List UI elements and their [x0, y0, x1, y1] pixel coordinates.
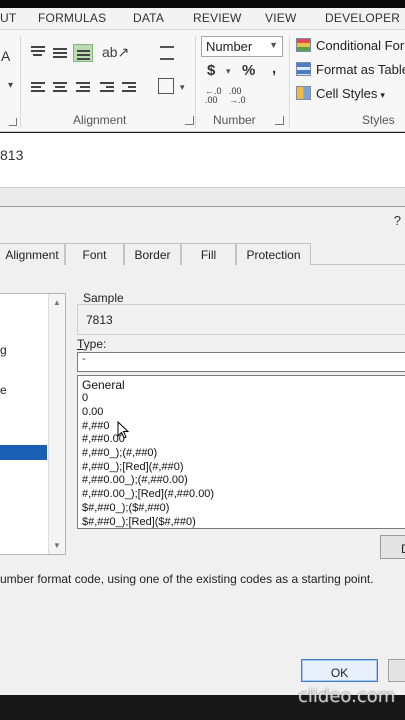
watermark: clideo.com [298, 686, 396, 707]
mouse-pointer-icon [117, 421, 129, 439]
alignment-group-label: Alignment [73, 113, 127, 127]
tab-formulas[interactable]: FORMULAS [38, 11, 106, 25]
help-button[interactable]: ? [394, 213, 401, 228]
format-code-item[interactable]: #,##0_);(#,##0) [82, 447, 157, 459]
cell-styles-label: Cell Styles [316, 86, 378, 101]
format-code-item[interactable]: 0 [82, 392, 88, 404]
font-dropdown-arrow-icon[interactable]: ▾ [8, 80, 13, 91]
format-as-table-button[interactable]: Format as Table [296, 62, 405, 82]
cell-styles-button[interactable]: Cell Styles ▾ [296, 86, 385, 106]
decrease-decimal-icon[interactable]: .00 →.0 [229, 87, 246, 105]
chevron-down-icon: ▼ [269, 40, 278, 50]
percent-icon[interactable]: % [242, 62, 255, 79]
tab-view[interactable]: VIEW [265, 11, 296, 25]
merge-dropdown-arrow-icon[interactable]: ▾ [180, 82, 185, 93]
type-input[interactable]: - [77, 352, 405, 372]
align-left-icon[interactable] [31, 82, 45, 94]
category-list[interactable]: g e ▲ ▼ [0, 293, 66, 555]
type-label: Type: [77, 337, 106, 351]
align-right-icon[interactable] [76, 82, 90, 94]
alignment-launcher-icon[interactable] [185, 116, 194, 125]
ribbon: A ▾ ab↗ ▾ Alignment Number ▼ $ ▾ % , ←.0… [0, 30, 405, 132]
tab-border[interactable]: Border [124, 243, 181, 265]
comma-style-icon[interactable]: , [272, 60, 276, 77]
format-code-item[interactable]: #,##0.00_);[Red](#,##0.00) [82, 488, 214, 500]
align-center-icon[interactable] [53, 82, 67, 94]
type-label-rest: ype: [83, 337, 107, 351]
tab-fill[interactable]: Fill [181, 243, 236, 265]
increase-indent-icon[interactable] [122, 82, 136, 94]
formula-bar[interactable]: 813 [0, 133, 405, 188]
tab-data[interactable]: DATA [133, 11, 164, 25]
format-code-item[interactable]: $#,##0_);($#,##0) [82, 502, 169, 514]
ribbon-separator [289, 36, 290, 128]
sample-value: 7813 [86, 313, 113, 327]
styles-group-label: Styles [362, 113, 395, 127]
worksheet-area [0, 188, 405, 206]
ribbon-tab-bar: UT FORMULAS DATA REVIEW VIEW DEVELOPER [0, 8, 405, 30]
format-code-item[interactable]: #,##0_);[Red](#,##0) [82, 461, 184, 473]
ok-button[interactable]: OK [301, 659, 378, 682]
format-as-table-icon [296, 62, 311, 76]
format-cells-dialog: ? Alignment Font Border Fill Protection … [0, 206, 405, 695]
number-format-value: Number [206, 39, 253, 54]
category-item-selected[interactable] [0, 445, 47, 460]
conditional-formatting-icon [296, 38, 311, 52]
format-code-item[interactable]: #,##0 [82, 420, 110, 432]
chevron-down-icon: ▾ [380, 90, 385, 100]
number-launcher-icon[interactable] [275, 116, 284, 125]
format-code-item[interactable]: 0.00 [82, 406, 103, 418]
sample-box: 7813 [77, 304, 405, 335]
increase-decimal-icon[interactable]: ←.0 .00 [205, 87, 222, 105]
category-item[interactable]: e [0, 383, 7, 397]
decrease-indent-icon[interactable] [100, 82, 114, 94]
help-text: umber format code, using one of the exis… [0, 572, 374, 586]
tab-layout-partial[interactable]: UT [0, 11, 16, 25]
merge-center-icon[interactable] [158, 78, 174, 94]
number-format-dropdown[interactable]: Number ▼ [201, 36, 283, 57]
number-group-label: Number [213, 113, 256, 127]
orientation-icon[interactable]: ab↗ [102, 44, 129, 61]
tab-alignment[interactable]: Alignment [0, 243, 65, 265]
formula-bar-value: 813 [0, 147, 24, 163]
format-code-item[interactable]: General [82, 378, 125, 392]
scroll-down-icon[interactable]: ▼ [53, 541, 61, 550]
scroll-up-icon[interactable]: ▲ [53, 298, 61, 307]
currency-icon[interactable]: $ [207, 62, 215, 79]
cancel-button[interactable] [388, 659, 405, 682]
align-top-icon[interactable] [31, 46, 45, 58]
font-launcher-icon[interactable] [9, 118, 17, 126]
tab-protection[interactable]: Protection [236, 243, 311, 265]
wrap-text-icon[interactable] [160, 46, 174, 60]
format-code-list[interactable]: General 0 0.00 #,##0 #,##0.00 #,##0_);(#… [77, 375, 405, 529]
format-code-item[interactable]: $#,##0_);[Red]($#,##0) [82, 516, 196, 528]
tab-review[interactable]: REVIEW [193, 11, 242, 25]
category-item[interactable]: g [0, 343, 7, 357]
dialog-tab-bar: Alignment Font Border Fill Protection [0, 243, 405, 265]
ribbon-separator [20, 36, 21, 128]
sample-label: Sample [83, 291, 124, 305]
font-size-partial[interactable]: A [1, 48, 10, 64]
tab-font[interactable]: Font [65, 243, 124, 265]
currency-dropdown-arrow-icon[interactable]: ▾ [226, 66, 231, 77]
conditional-formatting-button[interactable]: Conditional Forr [296, 38, 405, 58]
category-scrollbar[interactable]: ▲ ▼ [48, 294, 65, 554]
format-code-item[interactable]: #,##0.00_);(#,##0.00) [82, 474, 188, 486]
conditional-formatting-label: Conditional Forr [316, 38, 405, 53]
type-label-accelerator: T [77, 337, 84, 351]
align-middle-icon[interactable] [53, 46, 67, 58]
cell-styles-icon [296, 86, 311, 100]
ribbon-separator [195, 36, 196, 128]
tab-developer[interactable]: DEVELOPER [325, 11, 400, 25]
delete-button[interactable]: D [380, 535, 405, 559]
format-as-table-label: Format as Table [316, 62, 405, 77]
align-bottom-icon[interactable] [73, 44, 93, 62]
